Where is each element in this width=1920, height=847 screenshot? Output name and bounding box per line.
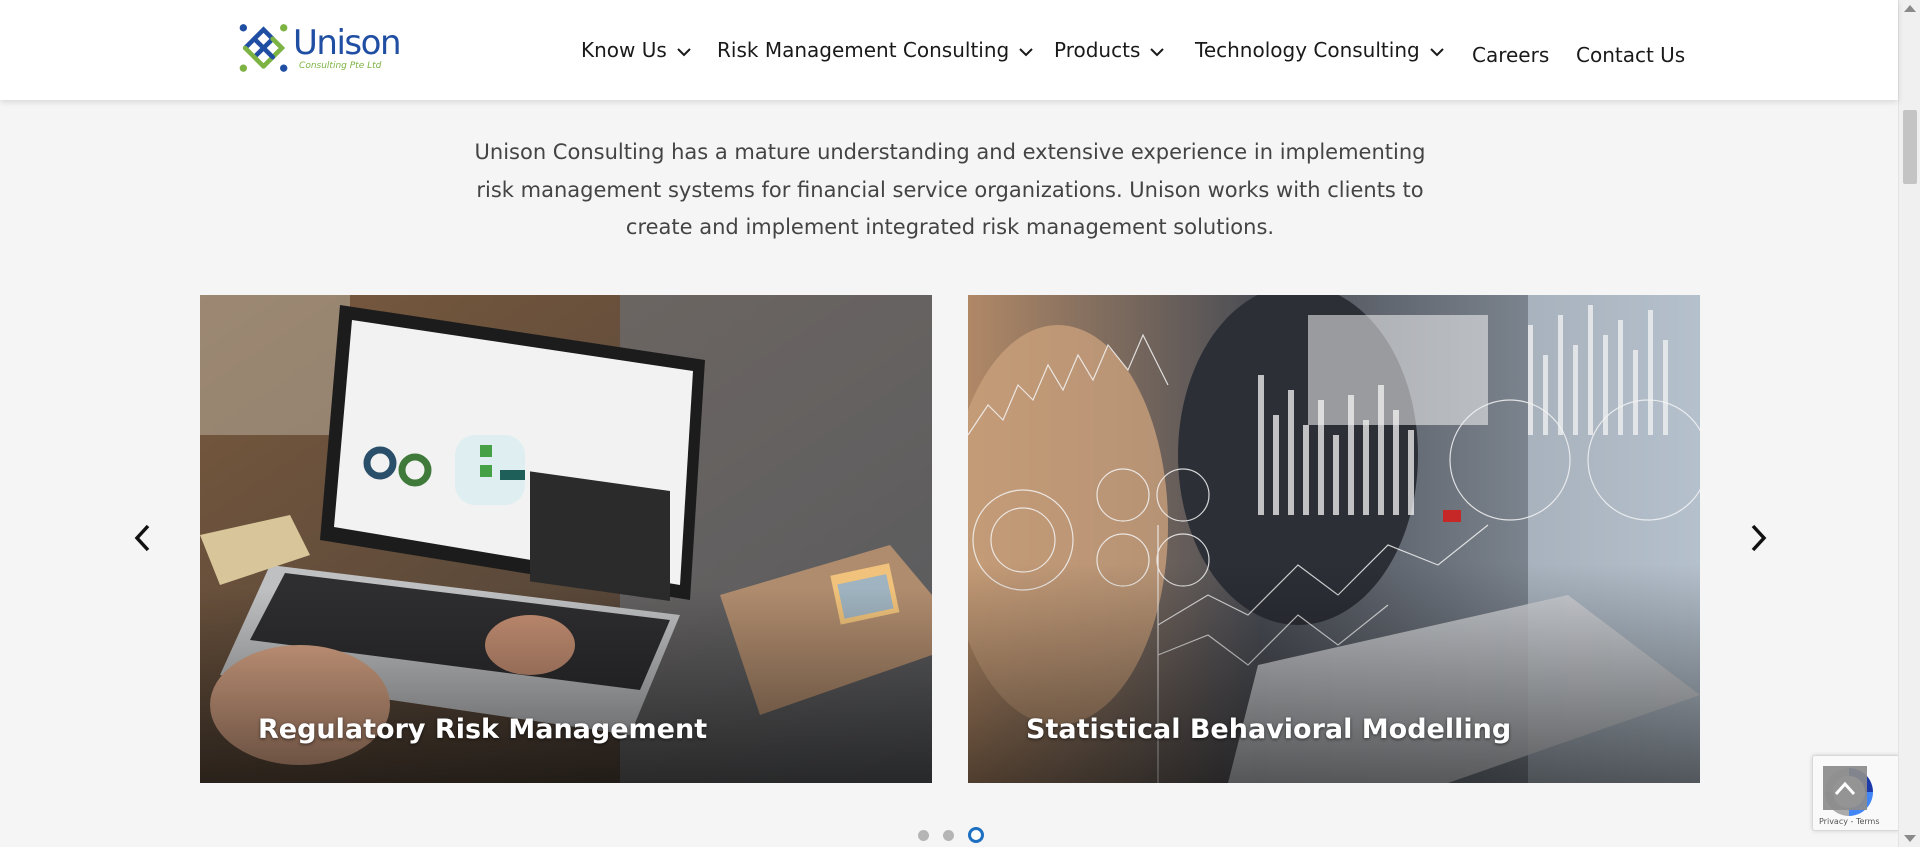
carousel-dot-3[interactable] — [968, 827, 984, 843]
intro-paragraph: Unison Consulting has a mature understan… — [474, 140, 1426, 239]
slide-caption: Regulatory Risk Management — [258, 714, 708, 745]
carousel-prev-button[interactable] — [128, 520, 158, 556]
nav-know-us-label: Know Us — [581, 38, 667, 62]
chevron-down-icon — [677, 47, 691, 56]
nav-technology-consulting-label: Technology Consulting — [1195, 38, 1420, 62]
back-to-top-button[interactable] — [1823, 766, 1867, 810]
recaptcha-terms-link[interactable]: Privacy - Terms — [1819, 817, 1880, 826]
recaptcha-badge[interactable]: Privacy - Terms — [1812, 755, 1900, 831]
nav-technology-consulting[interactable]: Technology Consulting — [1195, 30, 1446, 70]
nav-risk-management-consulting-label: Risk Management Consulting — [717, 38, 1010, 62]
site-header: Unison Consulting Pte Ltd Know Us Risk M… — [0, 0, 1898, 100]
chevron-down-icon — [1429, 47, 1444, 56]
nav-contact-us-label: Contact Us — [1576, 43, 1686, 67]
chevron-up-icon — [1834, 781, 1856, 796]
carousel-dot-2[interactable] — [943, 829, 954, 841]
page-scrollbar[interactable] — [1898, 0, 1920, 847]
nav-risk-management-consulting[interactable]: Risk Management Consulting — [717, 30, 1035, 70]
carousel-slide-regulatory-risk[interactable]: Regulatory Risk Management — [200, 295, 932, 783]
carousel-dot-1[interactable] — [918, 829, 929, 841]
brand-name: Unison — [293, 22, 401, 63]
carousel-slide-statistical-modelling[interactable]: Statistical Behavioral Modelling — [968, 295, 1700, 783]
carousel-next-button[interactable] — [1743, 520, 1773, 556]
nav-careers[interactable]: Careers — [1472, 35, 1549, 75]
unison-logo[interactable]: Unison Consulting Pte Ltd — [236, 18, 401, 78]
carousel-pagination — [918, 827, 984, 843]
nav-know-us[interactable]: Know Us — [581, 30, 693, 70]
nav-careers-label: Careers — [1472, 43, 1550, 67]
nav-products-label: Products — [1054, 38, 1141, 62]
scroll-down-arrow-icon[interactable] — [1904, 835, 1916, 842]
nav-products[interactable]: Products — [1054, 30, 1166, 70]
scroll-up-arrow-icon[interactable] — [1904, 5, 1916, 12]
scrollbar-thumb[interactable] — [1903, 110, 1917, 184]
chevron-right-icon — [1751, 524, 1767, 552]
brand-tagline: Consulting Pte Ltd — [299, 60, 382, 71]
chevron-down-icon — [1150, 47, 1165, 56]
chevron-down-icon — [1019, 47, 1033, 56]
chevron-left-icon — [134, 524, 150, 552]
unison-logo-icon — [239, 24, 288, 72]
nav-contact-us[interactable]: Contact Us — [1576, 35, 1685, 75]
laptop-desk-image — [200, 295, 932, 783]
slide-caption: Statistical Behavioral Modelling — [1026, 714, 1512, 745]
analytics-dashboard-image — [968, 295, 1700, 783]
